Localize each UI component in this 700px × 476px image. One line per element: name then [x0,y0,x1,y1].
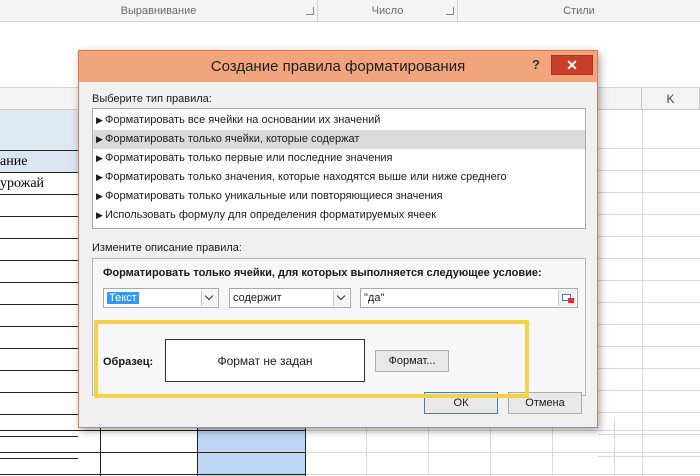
cell-header-text: ание [0,154,28,169]
rule-type-item[interactable]: ▶ Форматировать все ячейки на основании и… [93,111,585,130]
table-border [0,304,78,305]
gridline [598,324,700,325]
table-border [0,430,306,431]
chevron-down-icon[interactable] [201,290,217,306]
gridline [598,258,700,259]
operator-value: содержит [233,292,282,304]
condition-label: Форматировать только ячейки, для которых… [103,267,542,279]
table-header-fill [0,110,78,150]
ribbon: Выравнивание Число Стили [0,0,700,22]
rule-type-item[interactable]: ▶ Использовать формулу для определения фо… [93,206,585,225]
gridline [598,390,700,391]
dialog-titlebar[interactable]: Создание правила форматирования ? ✕ [79,51,597,82]
alignment-dialog-launcher-icon[interactable] [306,7,314,15]
triangle-right-icon: ▶ [96,210,103,220]
gridline [490,420,491,476]
triangle-right-icon: ▶ [96,134,103,144]
ribbon-group-number-label: Число [371,5,404,17]
ribbon-group-styles: Стили [458,0,700,22]
excel-window: Выравнивание Число Стили K ание урожай С… [0,0,700,476]
column-header-k[interactable]: K [642,88,700,110]
ribbon-group-alignment-label: Выравнивание [120,5,197,17]
help-button[interactable]: ? [528,57,544,73]
gridline [598,368,700,369]
rule-type-list[interactable]: ▶ Форматировать все ячейки на основании и… [92,108,586,229]
table-border [0,326,78,327]
table-border [197,420,198,476]
table-border [0,392,78,393]
gridline [598,192,700,193]
table-border [0,474,306,475]
table-border [0,282,78,283]
gridline [598,236,700,237]
rule-type-item[interactable]: ▶ Форматировать только значения, которые … [93,168,585,187]
close-button[interactable]: ✕ [551,55,593,75]
value-text: "да" [364,292,385,304]
chevron-down-icon[interactable] [333,290,349,306]
highlight-annotation [94,320,529,398]
gridline [598,170,700,171]
table-border [0,194,78,195]
gridline [428,420,429,476]
ribbon-group-alignment: Выравнивание [0,0,318,22]
rule-type-item-label: Форматировать только уникальные или повт… [105,190,443,202]
table-border [0,150,78,151]
number-dialog-launcher-icon[interactable] [446,7,454,15]
description-label: Измените описание правила: [92,242,242,254]
gridline [642,110,643,476]
rule-type-item[interactable]: ▶ Форматировать только уникальные или пов… [93,187,585,206]
value-input[interactable]: "да" [360,288,578,308]
gridline [598,280,700,281]
rule-type-item-label: Форматировать только первые или последни… [105,152,393,164]
rule-type-item[interactable]: ▶ Форматировать только первые или последн… [93,149,585,168]
triangle-right-icon: ▶ [96,153,103,163]
gridline [598,214,700,215]
table-border [0,172,78,173]
table-border [0,238,78,239]
triangle-right-icon: ▶ [96,191,103,201]
gridline [614,420,615,476]
gridline [366,420,367,476]
table-border [0,216,78,217]
table-border [0,452,306,453]
range-picker-icon[interactable] [558,290,576,306]
table-border [0,370,78,371]
rule-type-label: Выберите тип правила: [92,93,212,105]
table-border [100,420,101,476]
table-border [0,436,78,437]
condition-type-dropdown[interactable]: Текст [103,288,219,308]
table-border [305,420,306,476]
gridline [598,302,700,303]
triangle-right-icon: ▶ [96,115,103,125]
rule-type-item-label: Форматировать только ячейки, которые сод… [105,133,360,145]
ribbon-group-styles-label: Стили [563,5,595,17]
cell-first-value: урожай [0,176,45,191]
rule-type-item-label: Форматировать только значения, которые н… [105,171,507,183]
table-border [0,348,78,349]
triangle-right-icon: ▶ [96,172,103,182]
gridline [598,412,700,413]
rule-type-item-label: Использовать формулу для определения фор… [105,209,437,221]
operator-dropdown[interactable]: содержит [229,288,351,308]
ribbon-group-number: Число [318,0,458,22]
gridline [598,346,700,347]
gridline [552,420,553,476]
gridline [598,148,700,149]
table-border [0,414,78,415]
rule-type-item-selected[interactable]: ▶ Форматировать только ячейки, которые со… [93,130,585,149]
table-border [0,458,78,459]
condition-type-value: Текст [107,292,139,304]
dialog-title: Создание правила форматирования [210,58,466,75]
table-border [0,260,78,261]
rule-type-item-label: Форматировать все ячейки на основании их… [105,114,381,126]
